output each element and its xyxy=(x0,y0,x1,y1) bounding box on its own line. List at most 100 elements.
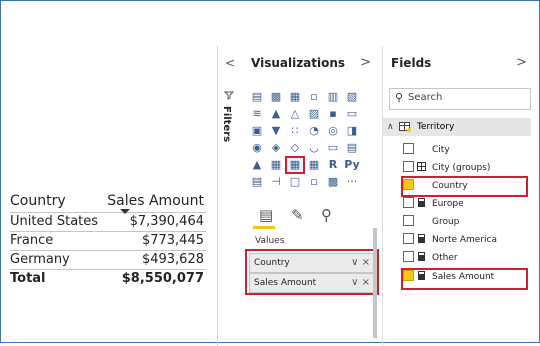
field-table-territory[interactable]: ∧ Territory xyxy=(383,118,531,136)
qa-visual-icon[interactable]: □ xyxy=(287,175,303,189)
fields-title: Fields xyxy=(391,56,432,70)
table-visual-icon[interactable]: ▦ xyxy=(285,156,305,174)
checkbox[interactable] xyxy=(403,143,414,154)
field-label: City (groups) xyxy=(432,163,491,173)
donut-chart-icon[interactable]: ◎ xyxy=(325,124,341,138)
table-header-row: Country Sales Amount xyxy=(10,190,206,214)
filters-pane-collapsed[interactable]: < Filters xyxy=(217,46,239,346)
chevron-right-icon[interactable]: > xyxy=(360,55,371,70)
field-label: Other xyxy=(432,253,458,263)
analytics-tab-icon[interactable]: ⚲ xyxy=(321,206,332,224)
sales-amount-field-highlight xyxy=(401,268,528,290)
total-label: Total xyxy=(10,271,46,286)
decomposition-tree-icon[interactable]: ⊣ xyxy=(268,175,284,189)
percent-bar-chart-icon[interactable]: ▥ xyxy=(325,90,341,104)
line-stacked-column-icon[interactable]: ▪ xyxy=(325,107,341,121)
cell-country: France xyxy=(10,233,54,248)
field-item-europe[interactable]: Europe xyxy=(403,196,531,212)
filled-map-icon[interactable]: ◈ xyxy=(268,141,284,155)
visualizations-title: Visualizations xyxy=(251,56,346,70)
cell-sales: $7,390,464 xyxy=(129,214,204,229)
kpi-icon[interactable]: ▲ xyxy=(249,158,265,172)
ribbon-chart-icon[interactable]: ▭ xyxy=(344,107,360,121)
field-label: City xyxy=(432,145,450,155)
r-visual-icon[interactable]: R xyxy=(325,158,341,172)
paginated-report-icon[interactable]: ▫ xyxy=(306,175,322,189)
stacked-bar-chart-icon[interactable]: ▤ xyxy=(249,90,265,104)
matrix-icon[interactable]: ▦ xyxy=(306,158,322,172)
smart-narrative-icon[interactable]: ▩ xyxy=(325,175,341,189)
pane-tabs: ▤ ✎ ⚲ xyxy=(255,204,365,234)
column-header-country[interactable]: Country xyxy=(10,190,66,212)
values-well-label: Values xyxy=(255,236,285,246)
group-icon xyxy=(417,162,426,171)
pie-chart-icon[interactable]: ◔ xyxy=(306,124,322,138)
key-influencers-icon[interactable]: ▤ xyxy=(249,175,265,189)
table-row: France $773,445 xyxy=(10,232,206,251)
cell-country: Germany xyxy=(10,252,70,267)
funnel-chart-icon[interactable]: ▼ xyxy=(268,124,284,138)
search-input[interactable]: ⚲ Search xyxy=(389,88,531,110)
table-visual[interactable]: Country Sales Amount United States $7,39… xyxy=(10,190,206,288)
field-item-other[interactable]: Other xyxy=(403,250,531,266)
calc-icon xyxy=(418,198,425,207)
line-chart-icon[interactable]: ≋ xyxy=(249,107,265,121)
country-field-highlight xyxy=(401,176,528,197)
table-total-row: Total $8,550,077 xyxy=(10,270,206,288)
table-row: United States $7,390,464 xyxy=(10,213,206,232)
python-visual-icon[interactable]: Py xyxy=(344,158,360,172)
table-name-label: Territory xyxy=(417,122,455,132)
field-label: Europe xyxy=(432,199,464,209)
search-placeholder: Search xyxy=(408,92,443,103)
cell-country: United States xyxy=(10,214,99,229)
search-icon: ⚲ xyxy=(395,91,404,104)
slicer-icon[interactable]: ▦ xyxy=(268,158,284,172)
table-icon xyxy=(399,122,411,132)
field-item-group[interactable]: Group xyxy=(403,214,531,230)
checkbox[interactable] xyxy=(403,251,414,262)
checkbox[interactable] xyxy=(403,197,414,208)
scatter-chart-icon[interactable]: ∷ xyxy=(287,124,303,138)
field-label: Norte America xyxy=(432,235,497,245)
line-column-chart-icon[interactable]: ▨ xyxy=(306,107,322,121)
checkbox[interactable] xyxy=(403,215,414,226)
percent-column-chart-icon[interactable]: ▧ xyxy=(344,90,360,104)
field-item-city-groups[interactable]: City (groups) xyxy=(403,160,531,176)
total-value: $8,550,077 xyxy=(121,271,204,286)
field-item-city[interactable]: City xyxy=(403,142,531,158)
area-chart-icon[interactable]: ▲ xyxy=(268,107,284,121)
stacked-column-chart-icon[interactable]: ▩ xyxy=(268,90,284,104)
calc-icon xyxy=(418,252,425,261)
active-tab-indicator xyxy=(253,226,275,229)
clustered-bar-chart-icon[interactable]: ▦ xyxy=(287,90,303,104)
checkbox[interactable] xyxy=(403,233,414,244)
chevron-left-icon[interactable]: < xyxy=(225,56,235,70)
chevron-up-icon[interactable]: ∧ xyxy=(387,118,394,136)
calc-icon xyxy=(418,234,425,243)
card-icon[interactable]: ▭ xyxy=(325,141,341,155)
field-label: Group xyxy=(432,217,460,227)
format-tab-icon[interactable]: ✎ xyxy=(291,206,304,224)
waterfall-chart-icon[interactable]: ▣ xyxy=(249,124,265,138)
map-icon[interactable]: ◉ xyxy=(249,141,265,155)
stacked-area-chart-icon[interactable]: △ xyxy=(287,107,303,121)
visualizations-scrollbar[interactable] xyxy=(373,228,377,338)
visualizations-pane: Visualizations > ▤ ▩ ▦ ▫ ▥ ▧ ≋ ▲ △ ▨ ▪ ▭… xyxy=(243,46,379,346)
chevron-right-icon[interactable]: > xyxy=(516,55,527,70)
values-well-highlight xyxy=(245,249,379,295)
fields-tab-icon[interactable]: ▤ xyxy=(259,206,273,224)
clustered-column-chart-icon[interactable]: ▫ xyxy=(306,90,322,104)
field-item-norte-america[interactable]: Norte America xyxy=(403,232,531,248)
checkbox[interactable] xyxy=(403,161,414,172)
gauge-icon[interactable]: ◡ xyxy=(306,141,322,155)
more-visuals-icon[interactable]: ··· xyxy=(344,175,360,189)
cell-sales: $493,628 xyxy=(141,252,204,267)
sort-descending-icon xyxy=(120,209,130,214)
multi-row-card-icon[interactable]: ▤ xyxy=(344,141,360,155)
filters-label[interactable]: Filters xyxy=(221,106,232,142)
shape-map-icon[interactable]: ◇ xyxy=(287,141,303,155)
table-row: Germany $493,628 xyxy=(10,251,206,270)
visual-type-gallery: ▤ ▩ ▦ ▫ ▥ ▧ ≋ ▲ △ ▨ ▪ ▭ ▣ ▼ ∷ ◔ ◎ ◨ ◉ ◈ … xyxy=(249,90,375,192)
treemap-icon[interactable]: ◨ xyxy=(344,124,360,138)
cell-sales: $773,445 xyxy=(141,233,204,248)
